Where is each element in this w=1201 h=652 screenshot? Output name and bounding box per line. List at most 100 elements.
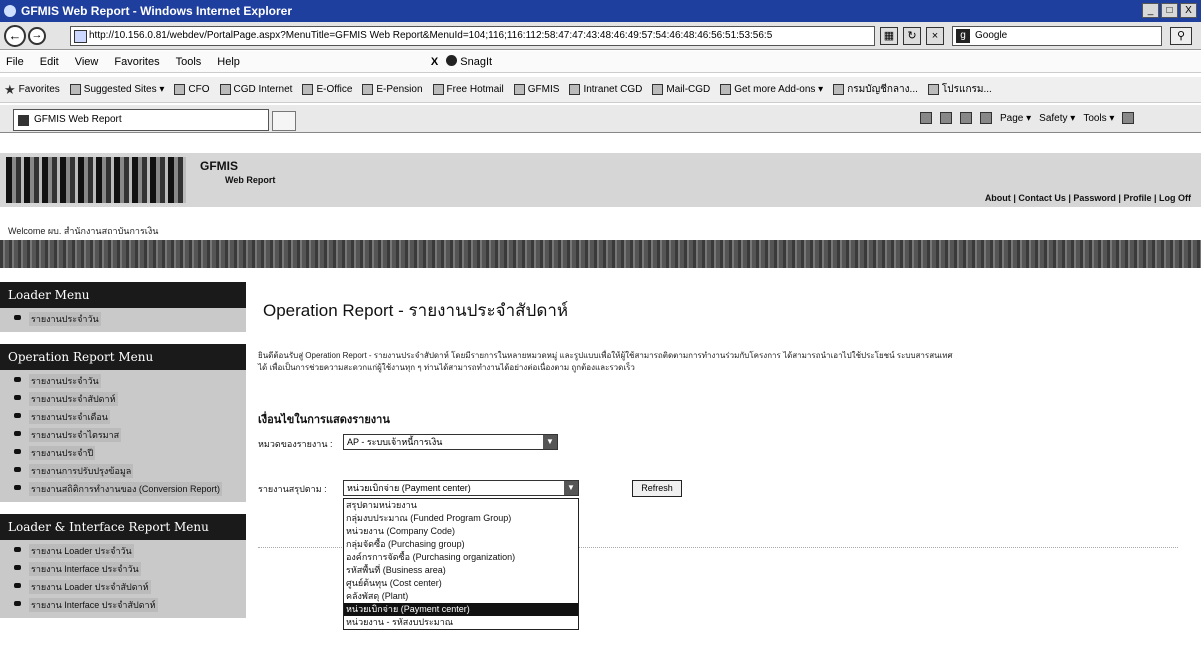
help-icon[interactable] xyxy=(1122,112,1135,124)
mail-icon[interactable] xyxy=(960,112,972,124)
bullet-icon xyxy=(14,485,21,490)
page-icon xyxy=(513,84,525,95)
site-banner: GFMIS Web Report About | Contact Us | Pa… xyxy=(0,153,1201,207)
dropdown-option[interactable]: กลุ่มจัดซื้อ (Purchasing group) xyxy=(344,538,578,551)
menu-tools[interactable]: Tools xyxy=(176,56,202,68)
bullet-icon xyxy=(14,377,21,382)
sidebar-item-monthly[interactable]: รายงานประจำเดือน xyxy=(0,408,246,426)
page-icon xyxy=(652,84,664,95)
window-title: GFMIS Web Report - Windows Internet Expl… xyxy=(21,4,293,18)
safety-menu[interactable]: Safety ▾ xyxy=(1039,113,1075,124)
page-icon xyxy=(219,84,231,95)
tab-bar: GFMIS Web Report Page ▾ Safety ▾ Tools ▾ xyxy=(0,105,1201,133)
menu-help[interactable]: Help xyxy=(217,56,240,68)
fav-get-addons[interactable]: Get more Add-ons ▾ xyxy=(720,84,823,95)
dropdown-option[interactable]: สรุปตามหน่วยงาน xyxy=(344,499,578,512)
sidebar-item-conversion[interactable]: รายงานสถิติการทำงานของ (Conversion Repor… xyxy=(0,480,246,498)
sidebar-section-operation: Operation Report Menu xyxy=(0,344,246,370)
sidebar-item-yearly[interactable]: รายงานประจำปี xyxy=(0,444,246,462)
fav-cgd-site[interactable]: กรมบัญชีกลาง... xyxy=(833,82,918,97)
fav-program[interactable]: โปรแกรม... xyxy=(927,82,992,97)
summary-by-label: รายงานสรุปตาม : xyxy=(258,484,327,494)
tools-menu[interactable]: Tools ▾ xyxy=(1083,113,1114,124)
conditions-heading: เงื่อนไขในการแสดงรายงาน xyxy=(258,414,390,426)
description-line-2: ได้ เพื่อเป็นการช่วยความสะดวกแก่ผู้ใช้งา… xyxy=(258,363,635,372)
fav-e-pension[interactable]: E-Pension xyxy=(362,84,423,95)
summary-by-select[interactable]: หน่วยเบิกจ่าย (Payment center) ▼ xyxy=(343,480,579,496)
address-input[interactable]: http://10.156.0.81/webdev/PortalPage.asp… xyxy=(70,26,875,46)
profile-link[interactable]: Profile xyxy=(1123,193,1151,203)
dropdown-option[interactable]: รหัสพื้นที่ (Business area) xyxy=(344,564,578,577)
bullet-icon xyxy=(14,565,21,570)
feeds-icon[interactable] xyxy=(940,112,952,124)
sidebar-item-interface-weekly[interactable]: รายงาน Interface ประจำสัปดาห์ xyxy=(0,596,246,614)
menu-view[interactable]: View xyxy=(75,56,99,68)
refresh-icon[interactable]: ↻ xyxy=(903,27,921,45)
contact-link[interactable]: Contact Us xyxy=(1018,193,1066,203)
forward-button[interactable]: → xyxy=(28,26,46,45)
page-menu[interactable]: Page ▾ xyxy=(1000,113,1031,124)
tab-gfmis-web-report[interactable]: GFMIS Web Report xyxy=(13,109,269,131)
close-button[interactable]: X xyxy=(1180,3,1197,18)
dropdown-option[interactable]: หน่วยงาน - รหัสงบประมาณ xyxy=(344,616,578,629)
page-icon xyxy=(362,84,374,95)
search-icon[interactable]: ⚲ xyxy=(1170,27,1192,45)
close-toolbar-icon[interactable]: X xyxy=(431,56,438,68)
description-line-1: ยินดีต้อนรับสู่ Operation Report - รายงา… xyxy=(258,351,953,360)
new-tab-button[interactable] xyxy=(272,111,296,131)
dropdown-option-selected[interactable]: หน่วยเบิกจ่าย (Payment center) xyxy=(344,603,578,616)
snagit-button[interactable]: SnagIt xyxy=(446,55,492,68)
logoff-link[interactable]: Log Off xyxy=(1159,193,1191,203)
fav-gfmis[interactable]: GFMIS xyxy=(513,84,559,95)
page-description: ยินดีต้อนรับสู่ Operation Report - รายงา… xyxy=(258,350,1178,374)
sidebar-item-quarterly[interactable]: รายงานประจำไตรมาส xyxy=(0,426,246,444)
bullet-icon xyxy=(14,547,21,552)
minimize-button[interactable]: _ xyxy=(1142,3,1159,18)
refresh-button[interactable]: Refresh xyxy=(632,480,682,497)
dropdown-option[interactable]: องค์กรการจัดซื้อ (Purchasing organizatio… xyxy=(344,551,578,564)
command-bar: Page ▾ Safety ▾ Tools ▾ xyxy=(920,112,1135,124)
page-icon xyxy=(927,84,939,95)
home-icon[interactable] xyxy=(920,112,932,124)
dropdown-option[interactable]: ศูนย์ต้นทุน (Cost center) xyxy=(344,577,578,590)
menu-edit[interactable]: Edit xyxy=(40,56,59,68)
dropdown-option[interactable]: กลุ่มงบประมาณ (Funded Program Group) xyxy=(344,512,578,525)
menu-file[interactable]: File xyxy=(6,56,24,68)
search-input[interactable]: Google xyxy=(952,26,1162,46)
sidebar-item-interface-daily[interactable]: รายงาน Interface ประจำวัน xyxy=(0,560,246,578)
report-category-select[interactable]: AP - ระบบเจ้าหนี้การเงิน ▼ xyxy=(343,434,558,450)
dropdown-option[interactable]: หน่วยงาน (Company Code) xyxy=(344,525,578,538)
favorites-button[interactable]: Favorites xyxy=(19,84,60,95)
sidebar-section-loader: Loader Menu xyxy=(0,282,246,308)
fav-cgd-internet[interactable]: CGD Internet xyxy=(219,84,292,95)
site-logo xyxy=(6,157,186,203)
fav-suggested-sites[interactable]: Suggested Sites ▾ xyxy=(69,84,164,95)
sidebar-item-weekly[interactable]: รายงานประจำสัปดาห์ xyxy=(0,390,246,408)
about-link[interactable]: About xyxy=(985,193,1011,203)
sidebar-item-loader-daily-report[interactable]: รายงาน Loader ประจำวัน xyxy=(0,542,246,560)
maximize-button[interactable]: □ xyxy=(1161,3,1178,18)
sidebar-item-loader-daily[interactable]: รายงานประจำวัน xyxy=(0,310,246,328)
sidebar-item-daily[interactable]: รายงานประจำวัน xyxy=(0,372,246,390)
dropdown-option[interactable]: คลังพัสดุ (Plant) xyxy=(344,590,578,603)
menu-favorites[interactable]: Favorites xyxy=(114,56,159,68)
fav-cfo[interactable]: CFO xyxy=(174,84,210,95)
password-link[interactable]: Password xyxy=(1073,193,1116,203)
print-icon[interactable] xyxy=(980,112,992,124)
fav-intranet-cgd[interactable]: Intranet CGD xyxy=(569,84,642,95)
fav-e-office[interactable]: E-Office xyxy=(302,84,352,95)
bullet-icon xyxy=(14,413,21,418)
page-icon xyxy=(569,84,581,95)
compatibility-icon[interactable]: ▦ xyxy=(880,27,898,45)
back-button[interactable]: ← xyxy=(4,24,26,47)
stop-icon[interactable]: × xyxy=(926,27,944,45)
sidebar-item-loader-weekly[interactable]: รายงาน Loader ประจำสัปดาห์ xyxy=(0,578,246,596)
fav-mail-cgd[interactable]: Mail-CGD xyxy=(652,84,710,95)
favorites-bar: ★ Favorites Suggested Sites ▾ CFO CGD In… xyxy=(0,77,1201,103)
welcome-text: Welcome ผบ. สำนักงานสถาบันการเงิน xyxy=(8,226,159,236)
sidebar-item-adjustment[interactable]: รายงานการปรับปรุงข้อมูล xyxy=(0,462,246,480)
star-icon: ★ xyxy=(4,81,16,97)
sidebar-section-loader-interface: Loader & Interface Report Menu xyxy=(0,514,246,540)
fav-free-hotmail[interactable]: Free Hotmail xyxy=(432,84,504,95)
bullet-icon xyxy=(14,431,21,436)
